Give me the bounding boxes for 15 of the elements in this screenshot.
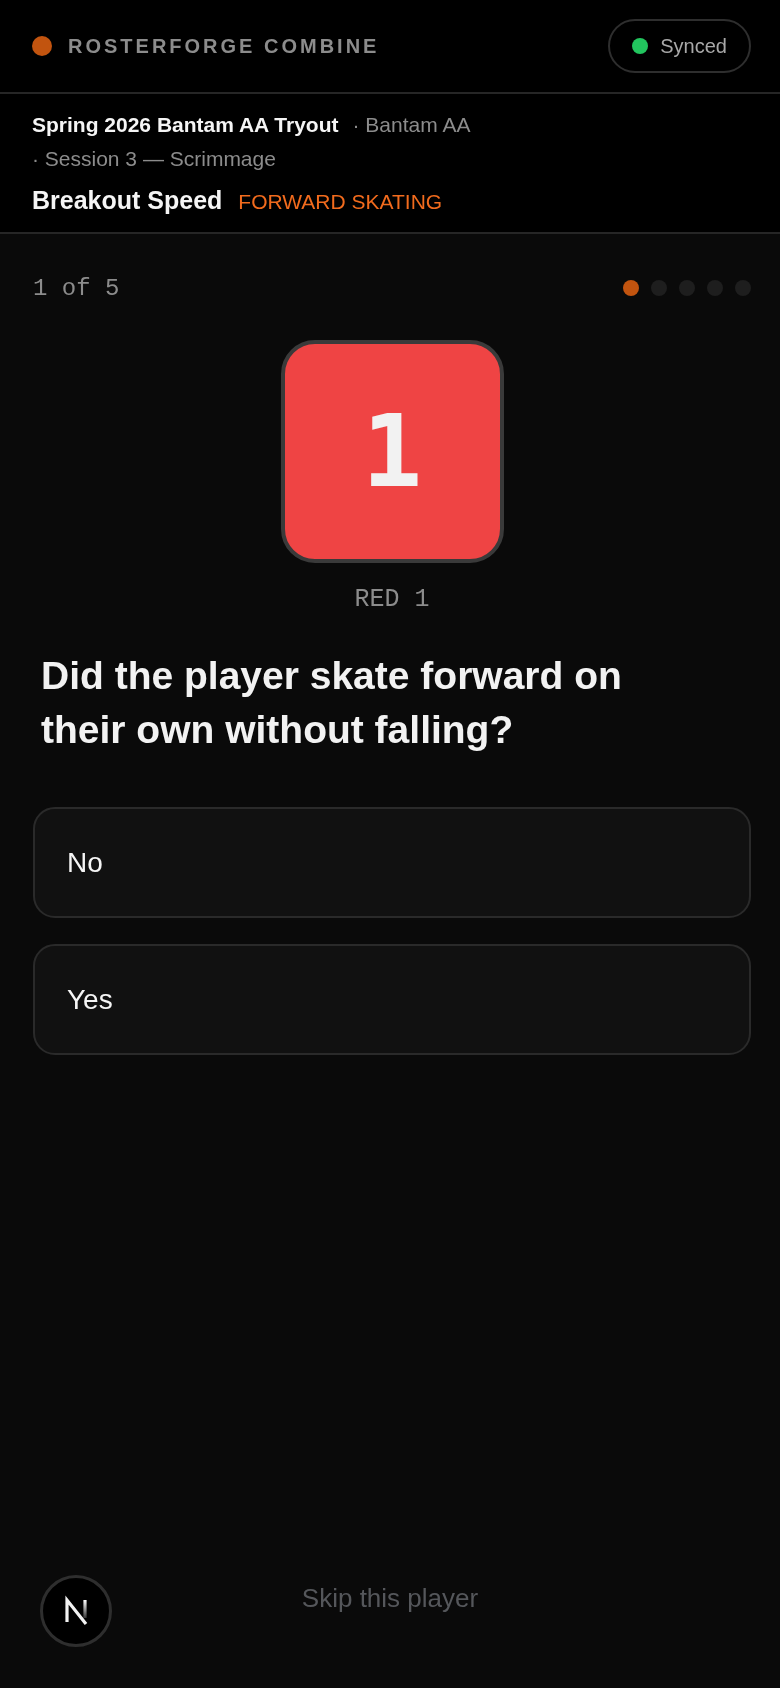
logo-icon[interactable] [40, 1575, 112, 1647]
jersey-number-tile: 1 [280, 340, 504, 563]
player-label: RED 1 [354, 585, 430, 615]
session-name: · Session 3 — Scrimmage [32, 146, 276, 172]
drill-category: FORWARD SKATING [238, 189, 443, 215]
drill-name: Breakout Speed [32, 185, 223, 216]
group-name: · Bantam AA [352, 112, 471, 138]
answer-option[interactable]: Yes [33, 944, 751, 1055]
sync-label: Synced [660, 34, 727, 58]
question-text: Did the player skate forward on their own without falling? [41, 653, 623, 753]
app-title: ROSTERFORGE COMBINE [68, 34, 380, 58]
brand-dot-icon [32, 36, 52, 56]
event-name: Spring 2026 Bantam AA Tryout [32, 112, 339, 138]
answer-option[interactable]: No [33, 807, 751, 918]
progress-counter: 1 of 5 [33, 274, 120, 302]
